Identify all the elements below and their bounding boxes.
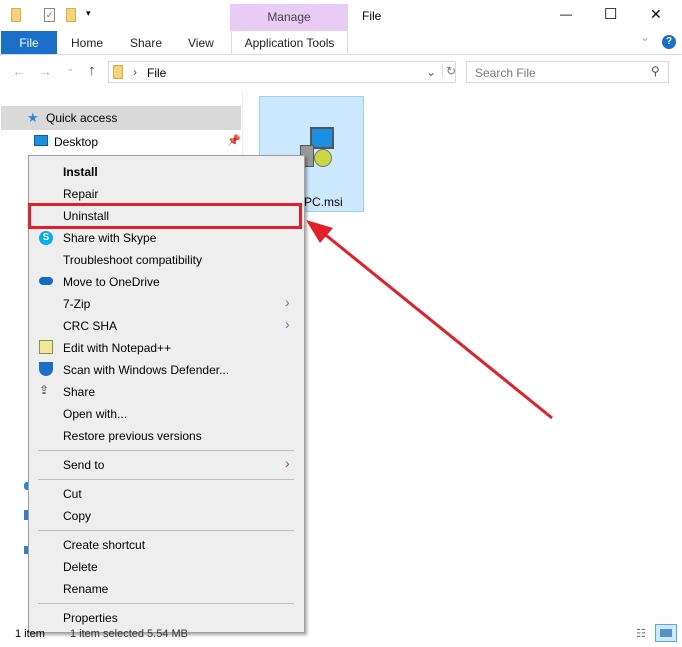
annotation-arrow <box>306 220 553 420</box>
status-selected: 1 item selected 5.54 MB <box>70 628 189 640</box>
status-item-count: 1 item <box>15 628 45 640</box>
large-icons-view-icon[interactable] <box>655 624 677 642</box>
details-view-icon[interactable]: ☷ <box>636 627 646 640</box>
